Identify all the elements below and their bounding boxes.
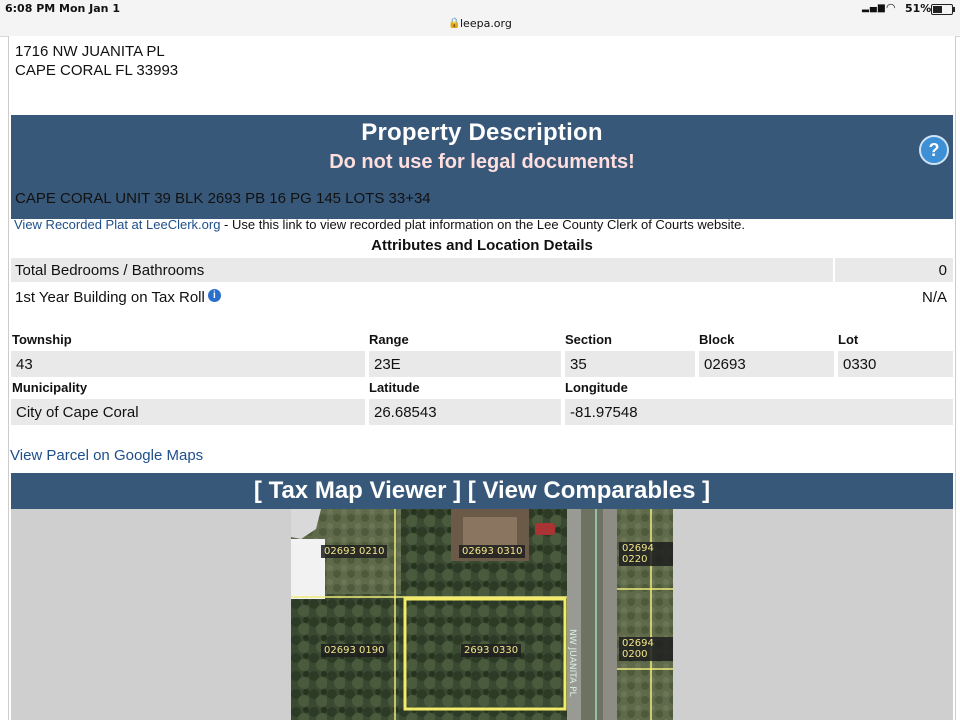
year-building-label: 1st Year Building on Tax Roll — [15, 289, 205, 306]
status-time: 6:08 PM — [5, 2, 56, 15]
township-cell: 43 — [11, 351, 365, 377]
year-building-row: 1st Year Building on Tax Roll i N/A — [11, 285, 953, 309]
legal-warning: Do not use for legal documents! — [329, 151, 635, 173]
street-label: NW JUANITA PL — [567, 629, 577, 697]
page-content: 1716 NW JUANITA PL CAPE CORAL FL 33993 P… — [8, 36, 956, 720]
lot-cell: 0330 — [838, 351, 953, 377]
info-icon[interactable]: i — [207, 289, 221, 302]
google-maps-link[interactable]: View Parcel on Google Maps — [10, 447, 203, 464]
help-icon[interactable]: ? — [919, 135, 949, 165]
status-bar: 6:08 PM Mon Jan 1 ▂▄▆ ◠ 51% 🔒 leepa.org — [0, 0, 960, 37]
signal-icon: ▂▄▆ — [862, 3, 886, 13]
parcel-label: 02693 0190 — [321, 644, 388, 657]
municipality-label: Municipality — [12, 380, 88, 395]
block-value: 02693 — [704, 356, 746, 373]
tax-map-panel: 02693 0210 02693 0310 02694 0220 02693 0… — [11, 509, 953, 720]
year-building-value: N/A — [921, 289, 947, 306]
lot-value: 0330 — [843, 356, 877, 373]
latitude-label: Latitude — [369, 380, 420, 395]
legal-description: CAPE CORAL UNIT 39 BLK 2693 PB 16 PG 145… — [15, 190, 431, 207]
parcel-label: 02694 0220 — [619, 542, 673, 566]
wifi-icon: ◠ — [886, 1, 896, 14]
range-value: 23E — [374, 356, 401, 373]
latitude-value: 26.68543 — [374, 404, 437, 421]
parcel-label-selected: 2693 0330 — [461, 644, 522, 657]
view-comparables-link[interactable]: [ View Comparables ] — [468, 477, 710, 504]
municipality-cell: City of Cape Coral — [11, 399, 365, 425]
tax-map-image[interactable]: 02693 0210 02693 0310 02694 0220 02693 0… — [291, 509, 673, 720]
bed-bath-row: Total Bedrooms / Bathrooms 0 — [11, 258, 953, 282]
recorded-plat-link[interactable]: View Recorded Plat at LeeClerk.org — [14, 217, 220, 232]
range-cell: 23E — [369, 351, 561, 377]
section-label: Section — [565, 332, 612, 347]
section-value: 35 — [570, 356, 587, 373]
year-building-label-wrap: 1st Year Building on Tax Roll i — [15, 289, 221, 306]
section-title: Property Description — [361, 119, 603, 146]
site-address: 1716 NW JUANITA PL CAPE CORAL FL 33993 — [15, 42, 178, 80]
url-bar[interactable]: leepa.org — [460, 17, 512, 30]
battery-icon — [931, 4, 955, 15]
lock-icon: 🔒 — [448, 18, 461, 29]
parcel-label: 02693 0210 — [321, 545, 388, 558]
address-line2: CAPE CORAL FL 33993 — [15, 62, 179, 79]
longitude-cell: -81.97548 — [565, 399, 953, 425]
latitude-cell: 26.68543 — [369, 399, 561, 425]
longitude-label: Longitude — [565, 380, 628, 395]
tax-map-viewer-link[interactable]: [ Tax Map Viewer ] — [254, 477, 461, 504]
plat-info: View Recorded Plat at LeeClerk.org - Use… — [14, 217, 745, 232]
aerial-map — [291, 509, 673, 720]
plat-description: - Use this link to view recorded plat in… — [220, 217, 746, 232]
township-value: 43 — [16, 356, 33, 373]
parcel-label: 02694 0200 — [619, 637, 673, 661]
range-label: Range — [369, 332, 409, 347]
longitude-value: -81.97548 — [570, 404, 638, 421]
section-cell: 35 — [565, 351, 695, 377]
block-label: Block — [699, 332, 735, 347]
bed-bath-value: 0 — [938, 262, 947, 279]
address-line1: 1716 NW JUANITA PL — [15, 43, 165, 60]
battery-percent: 51% — [905, 2, 932, 15]
attributes-heading: Attributes and Location Details — [371, 237, 593, 254]
township-label: Township — [12, 332, 72, 347]
municipality-value: City of Cape Coral — [16, 404, 139, 421]
cell-divider — [833, 258, 835, 282]
block-cell: 02693 — [699, 351, 834, 377]
bed-bath-label: Total Bedrooms / Bathrooms — [15, 262, 205, 279]
lot-label: Lot — [838, 332, 859, 347]
parcel-label: 02693 0310 — [459, 545, 526, 558]
status-date: Mon Jan 1 — [59, 2, 120, 15]
tax-map-header: [ Tax Map Viewer ] [ View Comparables ] — [11, 473, 953, 509]
